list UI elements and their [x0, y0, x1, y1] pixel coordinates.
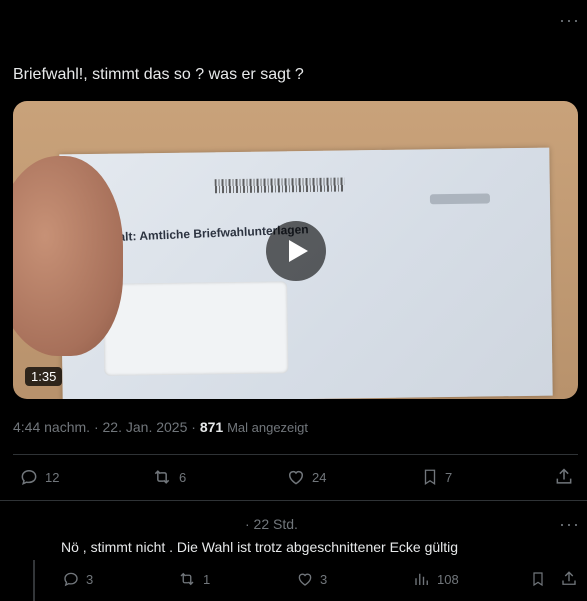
- reply-text: Nö , stimmt nicht . Die Wahl ist trotz a…: [61, 539, 459, 555]
- like-count: 24: [312, 469, 327, 485]
- tweet-date[interactable]: 22. Jan. 2025: [103, 419, 188, 435]
- share-icon: [562, 571, 576, 585]
- like-button[interactable]: 24: [286, 467, 326, 487]
- like-icon: [289, 470, 303, 485]
- play-icon: [289, 240, 308, 262]
- repost-icon: [180, 572, 194, 586]
- reply-share-button[interactable]: [560, 570, 578, 588]
- barcode: [214, 177, 345, 194]
- repost-icon: [154, 470, 170, 484]
- thread-line: [33, 560, 35, 601]
- reply-reply-count: 3: [86, 571, 94, 587]
- share-icon: [556, 468, 572, 484]
- tweet-text: Briefwahl!, stimmt das so ? was er sagt …: [13, 66, 304, 83]
- reply-more-icon[interactable]: ···: [559, 514, 580, 535]
- bookmark-icon: [533, 572, 543, 587]
- reply-repost-count: 1: [203, 571, 211, 587]
- repost-button[interactable]: 6: [151, 467, 186, 487]
- repost-count: 6: [179, 469, 187, 485]
- tweet-meta: 4:44 nachm. · 22. Jan. 2025 · 871 Mal an…: [13, 419, 308, 435]
- tweet-more-icon[interactable]: ···: [559, 10, 580, 31]
- reply-like-button[interactable]: 3: [296, 570, 327, 588]
- video-duration: 1:35: [25, 367, 63, 386]
- reply-views-count: 108: [437, 571, 459, 587]
- tweet-time[interactable]: 4:44 nachm.: [13, 419, 90, 435]
- like-icon: [298, 573, 312, 586]
- reply-like-count: 3: [320, 571, 328, 587]
- reply-button[interactable]: 12: [19, 467, 59, 487]
- reply-count: 12: [45, 469, 60, 485]
- reply-reply-button[interactable]: 3: [62, 570, 93, 588]
- play-button[interactable]: [266, 221, 326, 281]
- envelope-window: [103, 281, 289, 376]
- envelope-logo: [429, 193, 491, 205]
- share-button[interactable]: [554, 467, 574, 487]
- reply-bookmark-button[interactable]: [530, 570, 546, 588]
- divider: [0, 500, 587, 501]
- reply-time[interactable]: · 22 Std.: [245, 516, 298, 532]
- bookmark-count: 7: [445, 469, 453, 485]
- bookmark-icon: [424, 469, 436, 486]
- views-count: 871: [199, 419, 224, 435]
- tweet-video[interactable]: Inhalt: Amtliche Briefwahlunterlagen 1:3…: [13, 101, 578, 399]
- hand-image: [13, 156, 123, 356]
- meta-separator: ·: [93, 419, 103, 435]
- bookmark-button[interactable]: 7: [421, 467, 452, 487]
- reply-icon: [21, 469, 37, 486]
- reply-icon: [64, 572, 78, 587]
- reply-repost-button[interactable]: 1: [177, 570, 210, 588]
- views-icon: [415, 573, 428, 585]
- divider: [13, 454, 578, 455]
- reply-views-button[interactable]: 108: [413, 570, 459, 588]
- meta-separator: ·: [191, 419, 200, 435]
- views-label: Mal angezeigt: [227, 420, 309, 435]
